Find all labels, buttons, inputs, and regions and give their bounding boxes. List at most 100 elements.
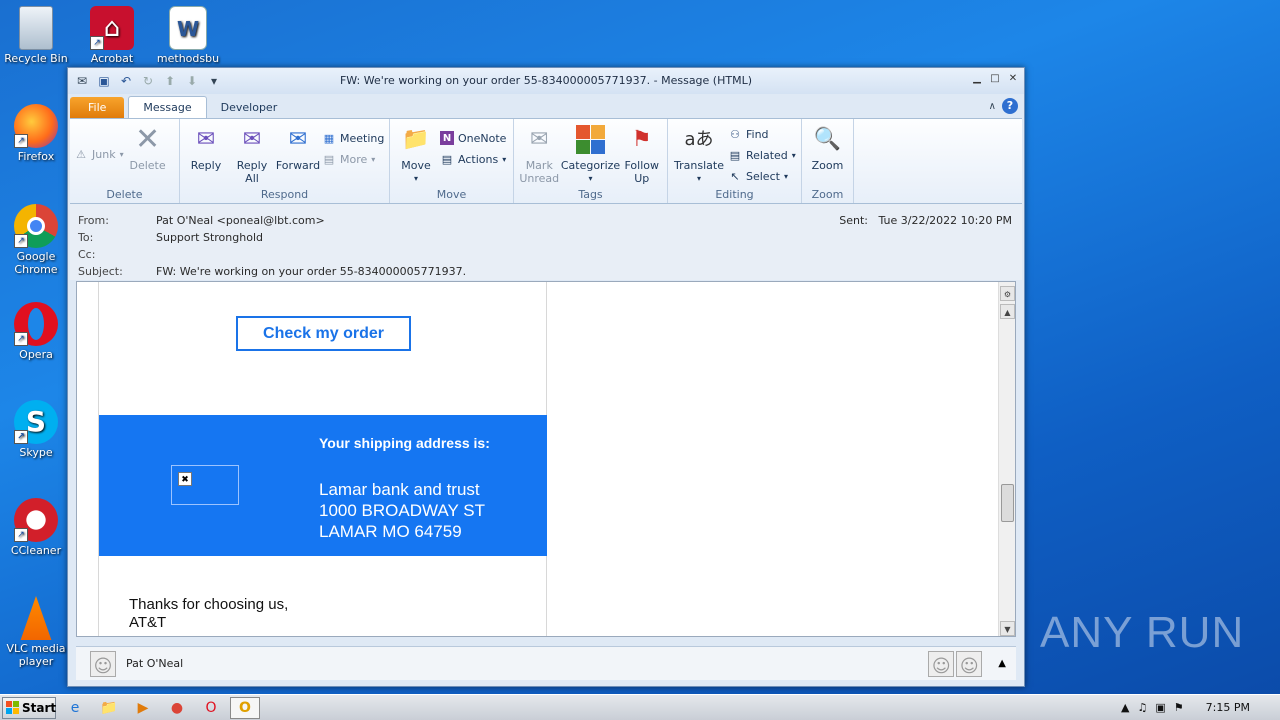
tab-developer[interactable]: Developer [207, 97, 292, 118]
more-button[interactable]: ▤ More ▾ [322, 150, 384, 168]
file-explorer-icon[interactable]: 📁 [94, 697, 124, 719]
desktop-icon-skype[interactable]: S ↗ Skype [0, 400, 72, 459]
ribbon: ⚠ Junk ▾ ✕ Delete Delete ✉ Reply ✉ Reply A… [70, 118, 1022, 204]
actions-button[interactable]: ▤ Actions ▾ [440, 150, 506, 168]
scroll-thumb[interactable] [1001, 484, 1014, 522]
media-player-icon[interactable]: ▶ [128, 697, 158, 719]
reply-button[interactable]: ✉ Reply [184, 123, 228, 187]
expand-people-pane-icon[interactable]: ▲ [998, 658, 1006, 669]
group-zoom: 🔍 Zoom Zoom [802, 119, 854, 203]
desktop-icon-chrome[interactable]: ↗ Google Chrome [0, 204, 72, 276]
desktop-icon-opera[interactable]: ↗ Opera [0, 302, 72, 361]
delete-button[interactable]: ✕ Delete [126, 123, 170, 187]
check-order-button[interactable]: Check my order [236, 316, 411, 351]
action-center-flag-icon[interactable]: ⚑ [1174, 701, 1184, 714]
left-margin [77, 282, 99, 636]
quick-access-toolbar: ✉ ▣ ↶ ↻ ⬆ ⬇ ▾ [68, 72, 223, 90]
forward-icon: ✉ [288, 126, 308, 152]
cursor-icon: ↖ [730, 169, 740, 183]
people-pane-name[interactable]: Pat O'Neal [126, 657, 183, 670]
desktop-icon-ccleaner[interactable]: ↗ CCleaner [0, 498, 72, 557]
customize-qat-icon[interactable]: ▾ [205, 72, 223, 90]
ccleaner-icon: ↗ [14, 498, 58, 542]
undo-icon[interactable]: ↶ [117, 72, 135, 90]
taskbar: Start e 📁 ▶ ● O O ▲ ♫ ▣ ⚑ 7:15 PM [0, 694, 1280, 720]
contact-avatar-icon[interactable]: ☺ [956, 650, 983, 677]
broken-image-icon: ✖ [171, 465, 239, 505]
ribbon-tabs: File Message Developer ∧ ? [68, 94, 1024, 118]
reply-all-button[interactable]: ✉ Reply All [230, 123, 274, 187]
scroll-down-icon[interactable]: ▼ [1000, 621, 1015, 636]
subject-row: Subject: FW: We're working on your order … [78, 265, 467, 278]
from-row: From: Pat O'Neal <poneal@lbt.com> [78, 214, 325, 227]
tab-message[interactable]: Message [128, 96, 207, 118]
minimize-icon[interactable]: ▁ [970, 72, 984, 86]
save-icon[interactable]: ▣ [95, 72, 113, 90]
clock[interactable]: 7:15 PM [1206, 701, 1250, 714]
desktop-icon-label: VLC media player [6, 642, 66, 668]
skype-icon: S ↗ [14, 400, 58, 444]
shipping-address: Lamar bank and trust 1000 BROADWAY ST LA… [319, 480, 485, 541]
from-value[interactable]: Pat O'Neal <poneal@lbt.com> [156, 214, 325, 227]
close-icon[interactable]: ✕ [1006, 72, 1020, 86]
avatar[interactable]: ☺ [90, 650, 116, 677]
to-value[interactable]: Support Stronghold [156, 231, 263, 244]
desktop-icon-firefox[interactable]: ↗ Firefox [0, 104, 72, 163]
help-icon[interactable]: ? [1002, 98, 1018, 114]
translate-button[interactable]: aあ Translate ▾ [672, 123, 726, 187]
internet-explorer-icon[interactable]: e [60, 697, 90, 719]
delete-icon: ✕ [135, 121, 161, 157]
move-button[interactable]: 📁 Move ▾ [394, 123, 438, 187]
desktop-icon-label: Recycle Bin [4, 52, 68, 65]
volume-icon[interactable]: ♫ [1138, 701, 1148, 714]
message-body[interactable]: Check my order ✖ Your shipping address i… [76, 281, 1016, 637]
desktop-icon-methodsbu[interactable]: W methodsbu [152, 6, 224, 65]
actions-icon: ▤ [441, 152, 453, 166]
select-button[interactable]: ↖ Select ▾ [728, 167, 796, 185]
group-label-delete: Delete [106, 188, 143, 201]
desktop-icon-label: Skype [19, 446, 53, 459]
forward-button[interactable]: ✉ Forward [276, 123, 320, 187]
anyrun-watermark: ANY RUN [1040, 608, 1245, 657]
junk-button[interactable]: ⚠ Junk ▾ [74, 145, 124, 163]
tab-file[interactable]: File [70, 97, 125, 118]
firefox-icon: ↗ [14, 104, 58, 148]
follow-up-button[interactable]: ⚑ Follow Up [621, 123, 664, 187]
opera-icon: ↗ [14, 302, 58, 346]
outlook-taskbar-icon[interactable]: O [230, 696, 260, 719]
start-button[interactable]: Start [2, 696, 56, 719]
scroll-up-icon[interactable]: ▲ [1000, 304, 1015, 319]
mark-unread-button[interactable]: ✉ Mark Unread [518, 123, 561, 187]
reply-all-icon: ✉ [242, 126, 262, 152]
down-arrow-icon[interactable]: ⬇ [183, 72, 201, 90]
desktop-icon-label: Opera [19, 348, 53, 361]
people-pane: ☺ Pat O'Neal ☺ ☺ ▲ [76, 646, 1016, 680]
related-button[interactable]: ▤ Related ▾ [728, 146, 796, 164]
meeting-button[interactable]: ▦ Meeting [322, 129, 385, 147]
vertical-scrollbar[interactable]: ⚙ ▲ ▼ [998, 282, 1015, 636]
reply-icon: ✉ [196, 126, 216, 152]
shipping-banner: ✖ Your shipping address is: Lamar bank a… [99, 415, 547, 556]
onenote-button[interactable]: N OneNote [440, 129, 506, 147]
desktop-icon-acrobat[interactable]: ⌂ ↗ Acrobat [76, 6, 148, 65]
zoom-button[interactable]: 🔍 Zoom [806, 123, 849, 187]
show-hidden-icons[interactable]: ▲ [1121, 701, 1129, 714]
collapse-ribbon-icon[interactable]: ∧ [989, 101, 996, 112]
contact-avatar-icon[interactable]: ☺ [928, 650, 955, 677]
sent-value: Tue 3/22/2022 10:20 PM [878, 214, 1012, 227]
binoculars-icon: ⚇ [730, 127, 740, 141]
desktop-icon-label: CCleaner [10, 544, 62, 557]
find-button[interactable]: ⚇ Find [728, 125, 796, 143]
up-arrow-icon[interactable]: ⬆ [161, 72, 179, 90]
scroll-options-icon[interactable]: ⚙ [1000, 286, 1015, 301]
redo-icon[interactable]: ↻ [139, 72, 157, 90]
categorize-button[interactable]: Categorize ▾ [561, 123, 620, 187]
desktop-icon-vlc[interactable]: VLC media player [0, 596, 72, 668]
network-icon[interactable]: ▣ [1155, 701, 1165, 714]
maximize-icon[interactable]: □ [988, 72, 1002, 86]
opera-taskbar-icon[interactable]: O [196, 697, 226, 719]
chrome-taskbar-icon[interactable]: ● [162, 697, 192, 719]
desktop-icon-recycle-bin[interactable]: Recycle Bin [0, 6, 72, 65]
vlc-icon [20, 596, 52, 640]
windows-logo-icon [6, 701, 19, 714]
